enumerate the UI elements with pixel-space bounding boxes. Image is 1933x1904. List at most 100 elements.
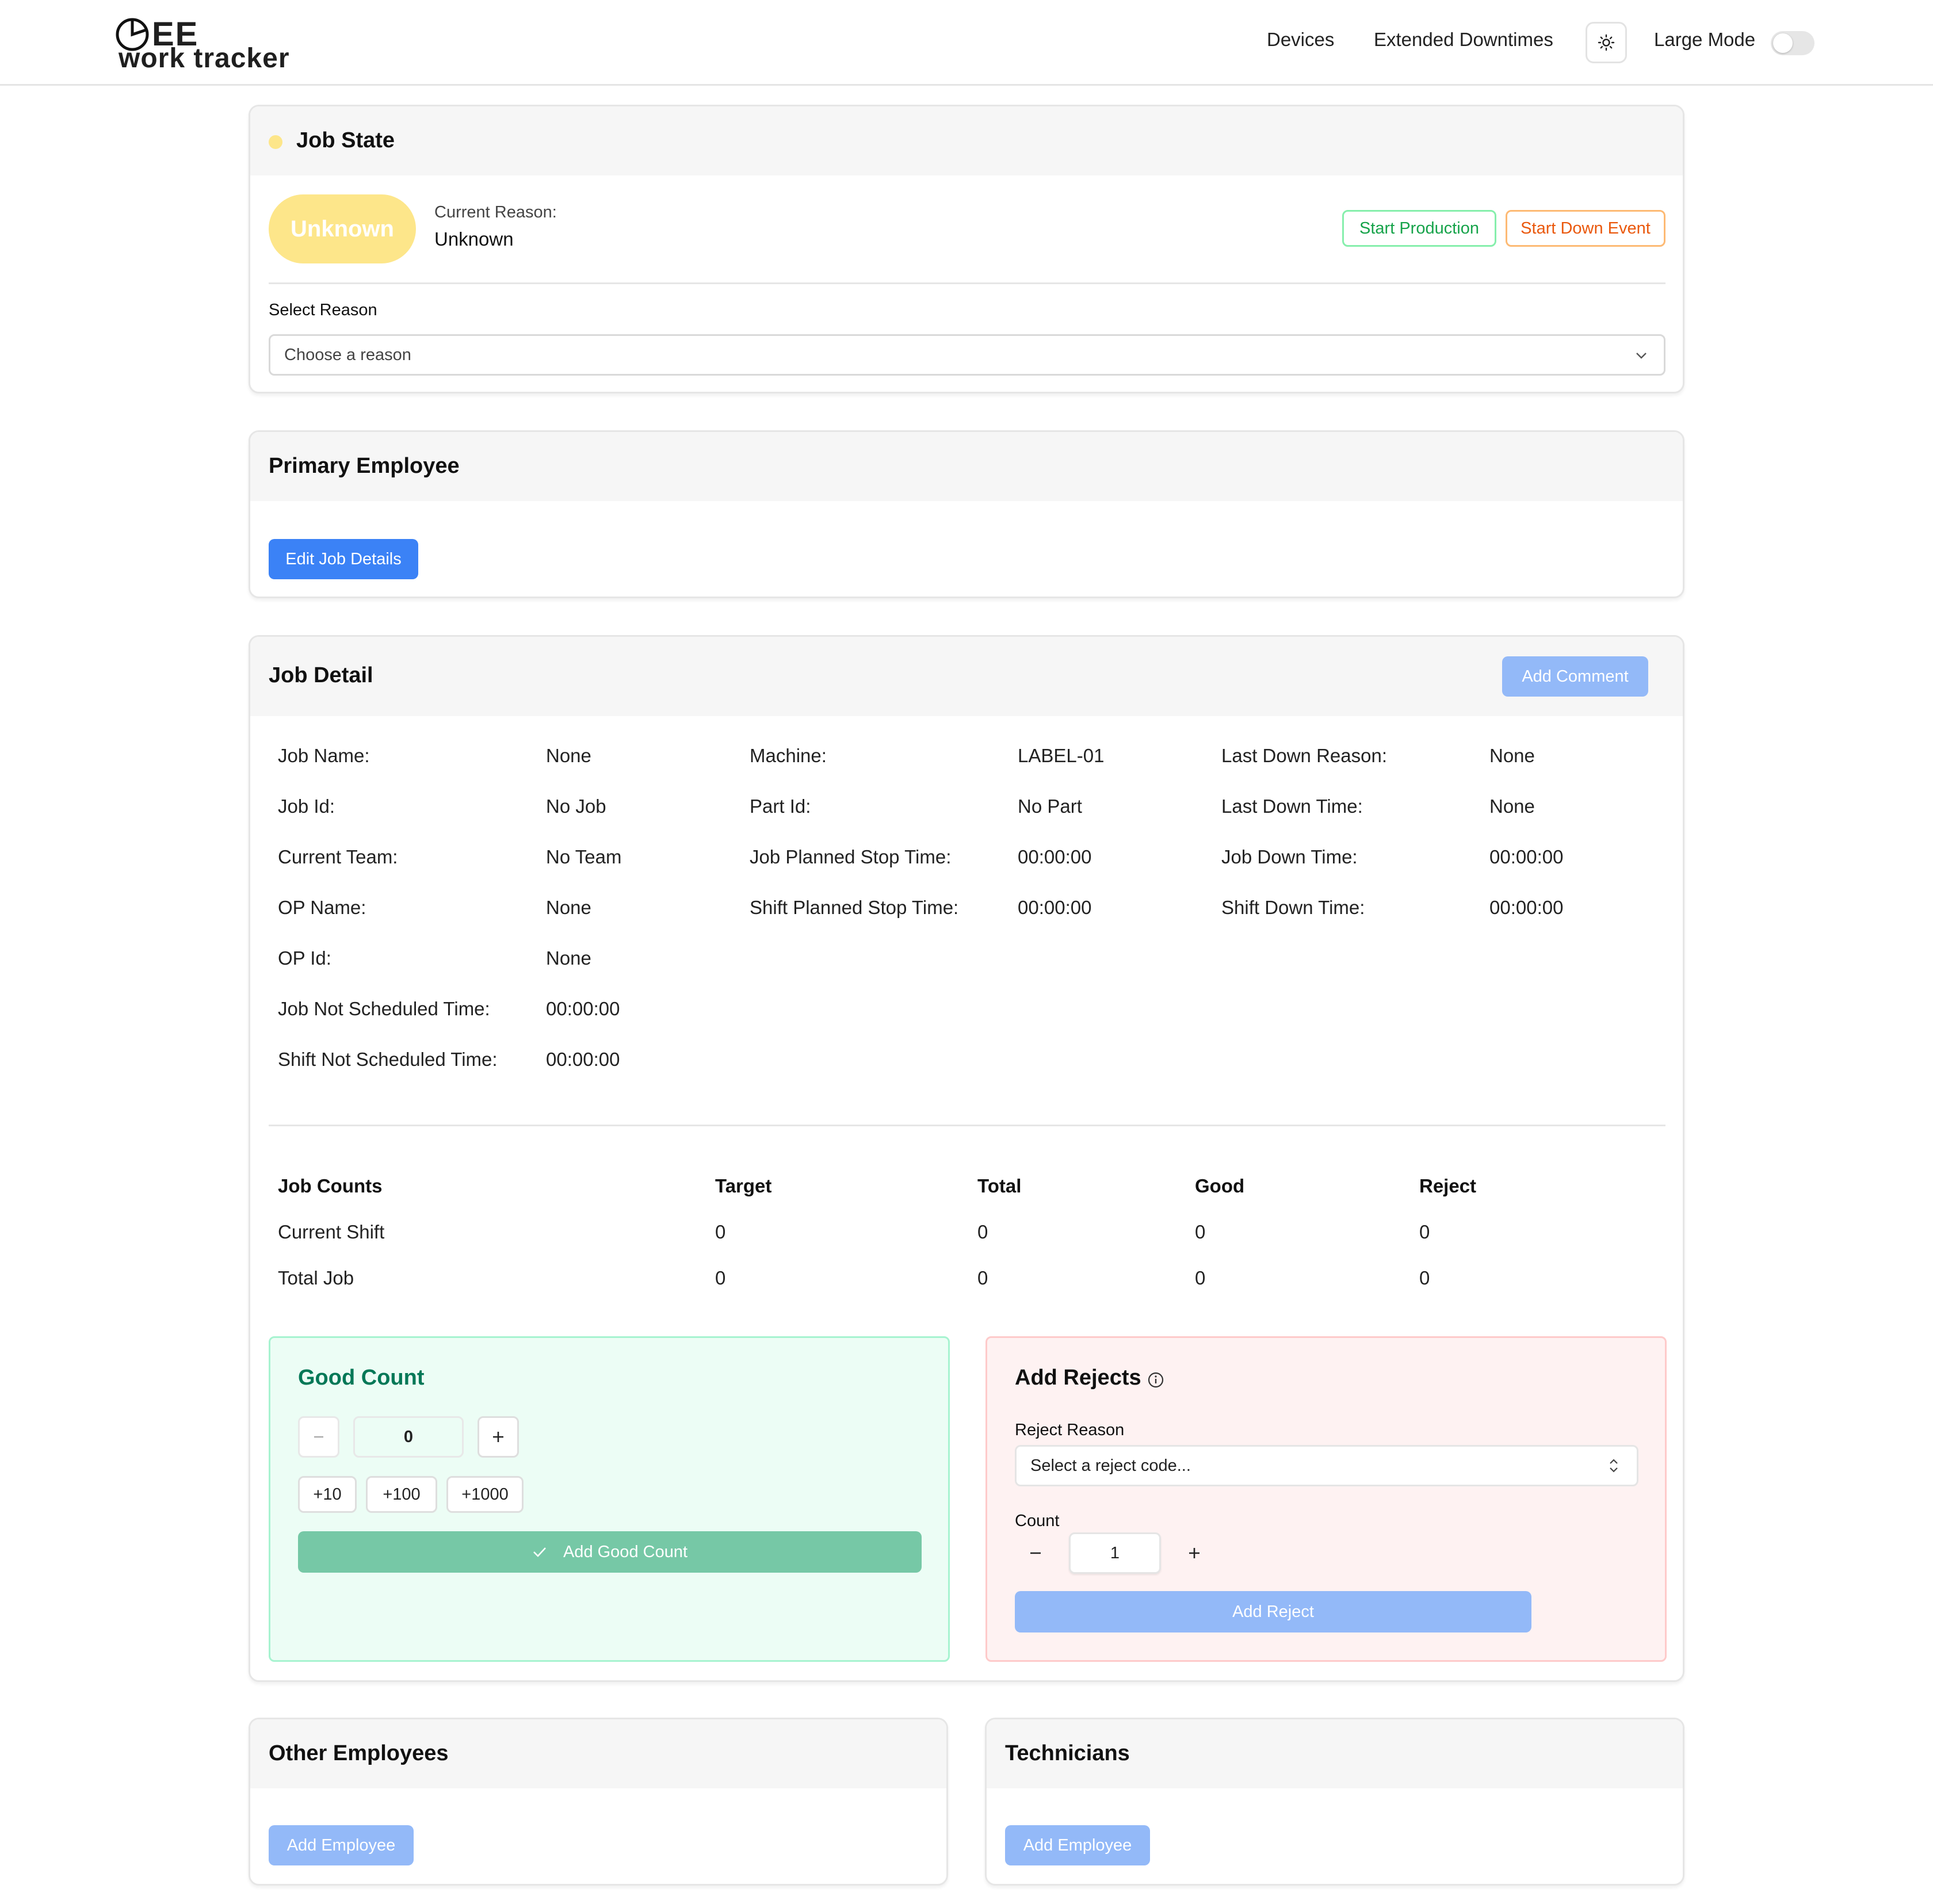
job-id-value: No Job <box>546 796 606 817</box>
plus-icon <box>493 1432 503 1442</box>
job-state-status-dot <box>269 135 282 149</box>
last-down-reason-label: Last Down Reason: <box>1221 745 1387 766</box>
other-employees-title: Other Employees <box>269 1741 449 1765</box>
counts-header-target: Target <box>715 1175 772 1196</box>
large-mode-toggle[interactable] <box>1771 31 1814 55</box>
counts-cell: 0 <box>715 1267 726 1289</box>
increment-1000-button[interactable]: +1000 <box>446 1476 524 1513</box>
decrement-button[interactable] <box>298 1416 339 1458</box>
job-id-label: Job Id: <box>278 796 335 817</box>
reject-decrement-button[interactable] <box>1015 1532 1056 1574</box>
counts-cell: 0 <box>1419 1221 1430 1242</box>
counts-row-label: Total Job <box>278 1267 354 1289</box>
good-count-title: Good Count <box>298 1366 425 1390</box>
nav-link-extended-downtimes[interactable]: Extended Downtimes <box>1374 29 1553 51</box>
last-down-time-label: Last Down Time: <box>1221 796 1363 817</box>
app-logo[interactable]: EE work tracker <box>115 15 289 74</box>
reject-reason-select[interactable]: Select a reject code... <box>1015 1445 1638 1486</box>
job-not-scheduled-time-label: Job Not Scheduled Time: <box>278 998 490 1019</box>
current-team-value: No Team <box>546 846 622 867</box>
counts-cell: 0 <box>977 1221 988 1242</box>
select-reason-label: Select Reason <box>269 301 377 319</box>
part-id-label: Part Id: <box>750 796 811 817</box>
primary-employee-header: Primary Employee <box>250 432 1683 501</box>
job-state-card: Job State Unknown Current Reason: Unknow… <box>249 105 1684 393</box>
edit-job-details-button[interactable]: Edit Job Details <box>269 539 418 579</box>
last-down-reason-value: None <box>1489 745 1535 766</box>
shift-down-time-value: 00:00:00 <box>1489 897 1564 918</box>
counts-header-good: Good <box>1195 1175 1245 1196</box>
op-name-value: None <box>546 897 591 918</box>
chevron-up-down-icon <box>1610 1459 1618 1473</box>
other-employees-header: Other Employees <box>250 1719 946 1788</box>
increment-100-button[interactable]: +100 <box>366 1476 437 1513</box>
machine-value: LABEL-01 <box>1018 745 1105 766</box>
reject-count-input[interactable]: 1 <box>1069 1532 1161 1574</box>
current-team-label: Current Team: <box>278 846 398 867</box>
add-good-count-button[interactable]: Add Good Count <box>298 1531 922 1573</box>
add-other-employee-button[interactable]: Add Employee <box>269 1825 414 1865</box>
job-planned-stop-time-value: 00:00:00 <box>1018 846 1092 867</box>
other-employees-card: Other Employees Add Employee <box>249 1718 948 1886</box>
increment-button[interactable] <box>477 1416 519 1458</box>
divider <box>269 282 1665 284</box>
select-reason-value: Choose a reason <box>284 346 411 364</box>
start-down-event-button[interactable]: Start Down Event <box>1506 210 1665 247</box>
part-id-value: No Part <box>1018 796 1082 817</box>
theme-toggle-button[interactable] <box>1586 22 1627 63</box>
counts-cell: 0 <box>715 1221 726 1242</box>
increment-10-button[interactable]: +10 <box>298 1476 357 1513</box>
counts-row-label: Current Shift <box>278 1221 385 1242</box>
job-name-label: Job Name: <box>278 745 370 766</box>
reject-increment-button[interactable] <box>1174 1532 1215 1574</box>
reject-reason-placeholder: Select a reject code... <box>1030 1456 1191 1475</box>
reject-reason-label: Reject Reason <box>1015 1421 1125 1439</box>
shift-not-scheduled-time-value: 00:00:00 <box>546 1049 620 1070</box>
divider <box>269 1125 1665 1126</box>
machine-label: Machine: <box>750 745 827 766</box>
nav-link-devices[interactable]: Devices <box>1267 29 1334 51</box>
add-reject-button[interactable]: Add Reject <box>1015 1591 1531 1632</box>
toggle-knob <box>1773 33 1793 53</box>
technicians-title: Technicians <box>1005 1741 1130 1765</box>
current-reason-label: Current Reason: <box>434 203 557 221</box>
good-count-panel: Good Count 0 +10 +100 +1000 Add Good Cou… <box>269 1336 950 1662</box>
counts-header-reject: Reject <box>1419 1175 1477 1196</box>
primary-employee-title: Primary Employee <box>269 454 460 478</box>
technicians-header: Technicians <box>987 1719 1683 1788</box>
shift-down-time-label: Shift Down Time: <box>1221 897 1365 918</box>
counts-header-job-counts: Job Counts <box>278 1175 383 1196</box>
job-name-value: None <box>546 745 591 766</box>
sun-icon <box>1598 34 1615 51</box>
op-id-value: None <box>546 947 591 969</box>
counts-cell: 0 <box>1195 1267 1206 1289</box>
good-count-input[interactable]: 0 <box>353 1416 464 1458</box>
shift-planned-stop-time-value: 00:00:00 <box>1018 897 1092 918</box>
job-state-title: Job State <box>296 128 395 152</box>
counts-header-total: Total <box>977 1175 1022 1196</box>
top-navbar: EE work tracker Devices Extended Downtim… <box>0 0 1933 86</box>
counts-cell: 0 <box>1195 1221 1206 1242</box>
technicians-card: Technicians Add Employee <box>985 1718 1684 1886</box>
job-down-time-label: Job Down Time: <box>1221 846 1358 867</box>
job-detail-title: Job Detail <box>269 663 373 687</box>
plus-icon <box>1189 1548 1199 1558</box>
add-technician-button[interactable]: Add Employee <box>1005 1825 1150 1865</box>
chevron-down-icon <box>1636 353 1647 359</box>
minus-icon <box>1030 1552 1041 1554</box>
shift-planned-stop-time-label: Shift Planned Stop Time: <box>750 897 959 918</box>
add-good-count-label: Add Good Count <box>563 1542 688 1561</box>
large-mode-label: Large Mode <box>1654 29 1756 50</box>
job-state-header: Job State <box>250 106 1683 175</box>
select-reason-dropdown[interactable]: Choose a reason <box>269 334 1665 376</box>
job-state-badge: Unknown <box>269 194 416 263</box>
primary-employee-card: Primary Employee Edit Job Details <box>249 430 1684 598</box>
start-production-button[interactable]: Start Production <box>1342 210 1496 247</box>
job-detail-card: Job Detail Add Comment Job Name: None Jo… <box>249 635 1684 1682</box>
check-icon <box>533 1547 546 1557</box>
info-icon[interactable] <box>1147 1371 1164 1389</box>
job-down-time-value: 00:00:00 <box>1489 846 1564 867</box>
job-detail-header: Job Detail Add Comment <box>250 637 1683 716</box>
add-comment-button[interactable]: Add Comment <box>1502 656 1648 697</box>
current-reason-value: Unknown <box>434 228 514 250</box>
